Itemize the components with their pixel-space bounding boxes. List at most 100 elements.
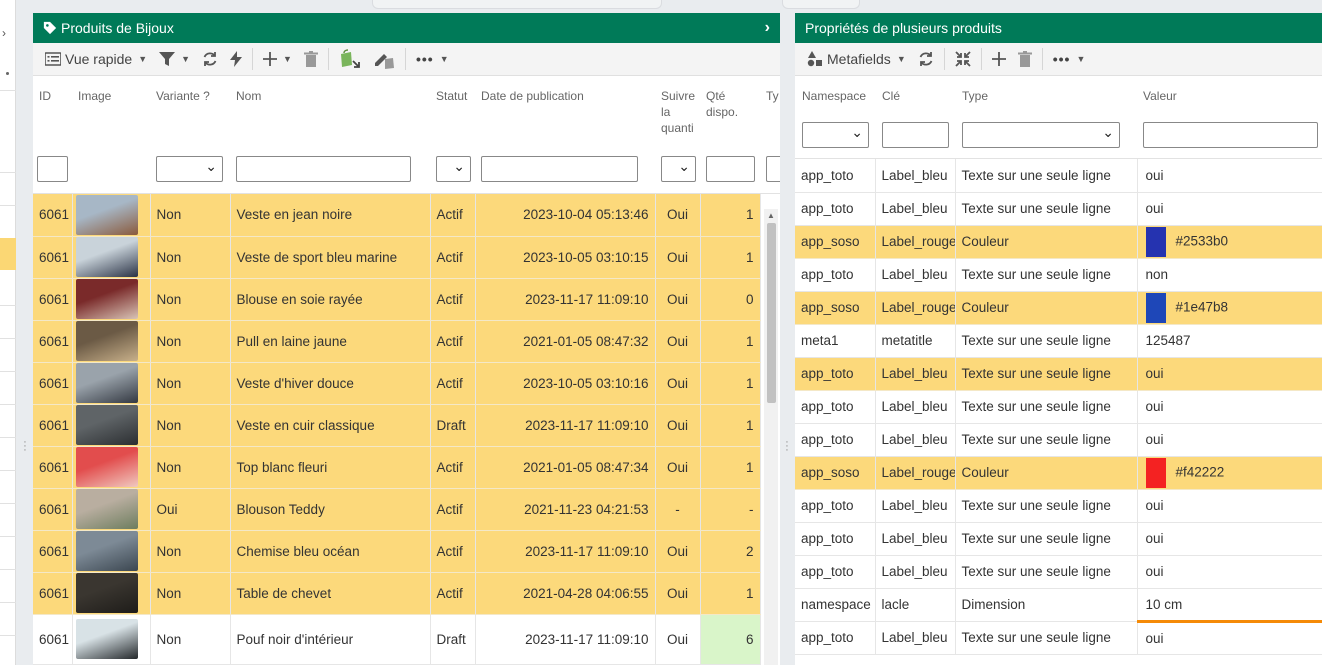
product-status-cell[interactable]: Draft xyxy=(430,404,476,447)
bolt-button[interactable] xyxy=(224,46,248,72)
metafield-namespace-cell[interactable]: app_toto xyxy=(795,489,876,523)
metafield-row[interactable]: app_toto Label_bleu Texte sur une seule li… xyxy=(795,258,1322,292)
product-id-cell[interactable]: 6061 xyxy=(33,530,73,573)
metafield-row[interactable]: app_soso Label_rouge Couleur #f42222 xyxy=(795,456,1322,490)
filter-variant[interactable] xyxy=(156,156,223,182)
product-date-cell[interactable]: 2023-10-04 05:13:46 xyxy=(475,194,656,237)
product-image-cell[interactable] xyxy=(72,404,151,447)
delete-button[interactable] xyxy=(298,46,324,72)
product-track-cell[interactable]: Oui xyxy=(655,278,701,321)
metafield-value-cell[interactable]: #1e47b8 xyxy=(1137,291,1322,325)
product-image-cell[interactable] xyxy=(72,236,151,279)
more-button[interactable]: ••• ▼ xyxy=(410,46,455,72)
product-track-cell[interactable]: Oui xyxy=(655,530,701,573)
metafield-value-cell[interactable]: oui xyxy=(1137,390,1322,424)
product-qty-cell[interactable]: 1 xyxy=(700,446,761,489)
metafield-row[interactable]: app_toto Label_bleu Texte sur une seule li… xyxy=(795,621,1322,655)
product-status-cell[interactable]: Actif xyxy=(430,488,476,531)
metafield-value-cell[interactable]: 125487 xyxy=(1137,324,1322,358)
product-row[interactable]: 6061 Non Veste en jean noire Actif 2023-10-0… xyxy=(33,194,761,237)
metafield-namespace-cell[interactable]: meta1 xyxy=(795,324,876,358)
metafield-value-cell[interactable]: non xyxy=(1137,258,1322,292)
metafield-key-cell[interactable]: Label_bleu xyxy=(875,423,956,457)
product-track-cell[interactable]: Oui xyxy=(655,362,701,405)
scroll-up-icon[interactable]: ▲ xyxy=(767,211,775,220)
metafield-namespace-cell[interactable]: app_toto xyxy=(795,390,876,424)
product-variant-cell[interactable]: Non xyxy=(150,446,231,489)
metafield-key-cell[interactable]: lacle xyxy=(875,588,956,622)
product-id-cell[interactable]: 6061 xyxy=(33,404,73,447)
product-name-cell[interactable]: Blouse en soie rayée xyxy=(230,278,431,321)
metafield-key-cell[interactable]: Label_bleu xyxy=(875,357,956,391)
metafield-type-cell[interactable]: Texte sur une seule ligne xyxy=(955,489,1138,523)
column-header-image[interactable]: Image xyxy=(78,88,111,104)
product-status-cell[interactable]: Actif xyxy=(430,194,476,237)
metafield-value-cell[interactable]: oui xyxy=(1137,621,1322,655)
metafield-namespace-cell[interactable]: app_toto xyxy=(795,555,876,589)
chevron-right-icon[interactable]: › xyxy=(2,26,6,40)
add-metafield-button[interactable] xyxy=(986,46,1012,72)
metafield-key-cell[interactable]: Label_bleu xyxy=(875,621,956,655)
filter-button[interactable]: ▼ xyxy=(153,46,196,72)
metafield-type-cell[interactable]: Couleur xyxy=(955,291,1138,325)
product-image-cell[interactable] xyxy=(72,530,151,573)
metafield-type-cell[interactable]: Texte sur une seule ligne xyxy=(955,192,1138,226)
metafield-value-cell[interactable]: #2533b0 xyxy=(1137,225,1322,259)
product-date-cell[interactable]: 2023-11-17 11:09:10 xyxy=(475,404,656,447)
metafield-key-cell[interactable]: Label_bleu xyxy=(875,489,956,523)
more-button[interactable]: ••• ▼ xyxy=(1047,46,1092,72)
filter-qty[interactable] xyxy=(706,156,755,182)
product-image-cell[interactable] xyxy=(72,362,151,405)
product-qty-cell[interactable]: 1 xyxy=(700,572,761,615)
product-name-cell[interactable]: Veste en cuir classique xyxy=(230,404,431,447)
metafield-value-cell[interactable]: oui xyxy=(1137,159,1322,193)
product-name-cell[interactable]: Table de chevet xyxy=(230,572,431,615)
product-id-cell[interactable]: 6061 xyxy=(33,236,73,279)
metafield-namespace-cell[interactable]: app_toto xyxy=(795,159,876,193)
column-header-type[interactable]: Ty xyxy=(766,88,779,104)
column-header-name[interactable]: Nom xyxy=(236,88,261,104)
product-date-cell[interactable]: 2023-10-05 03:10:15 xyxy=(475,236,656,279)
column-header-qty[interactable]: Qté dispo. xyxy=(706,88,744,120)
product-name-cell[interactable]: Pouf noir d'intérieur xyxy=(230,614,431,665)
product-id-cell[interactable]: 6061 xyxy=(33,278,73,321)
filter-key[interactable] xyxy=(882,122,949,148)
metafield-key-cell[interactable]: metatitle xyxy=(875,324,956,358)
product-variant-cell[interactable]: Non xyxy=(150,194,231,237)
product-qty-cell[interactable]: 2 xyxy=(700,530,761,573)
metafield-type-cell[interactable]: Texte sur une seule ligne xyxy=(955,621,1138,655)
metafields-button[interactable]: Metafields ▼ xyxy=(801,46,912,72)
product-status-cell[interactable]: Actif xyxy=(430,530,476,573)
chevron-right-icon[interactable]: › xyxy=(765,19,770,37)
metafield-type-cell[interactable]: Dimension xyxy=(955,588,1138,622)
collapse-button[interactable] xyxy=(949,46,977,72)
metafield-value-cell[interactable]: oui xyxy=(1137,357,1322,391)
product-name-cell[interactable]: Veste d'hiver douce xyxy=(230,362,431,405)
metafield-value-cell[interactable]: #f42222 xyxy=(1137,456,1322,490)
product-row[interactable]: 6061 Non Top blanc fleuri Actif 2021-01-05 0… xyxy=(33,446,761,489)
product-name-cell[interactable]: Top blanc fleuri xyxy=(230,446,431,489)
metafield-namespace-cell[interactable]: app_toto xyxy=(795,357,876,391)
product-track-cell[interactable]: Oui xyxy=(655,404,701,447)
column-header-value[interactable]: Valeur xyxy=(1143,88,1177,104)
metafield-namespace-cell[interactable]: app_toto xyxy=(795,423,876,457)
metafield-value-cell[interactable]: oui xyxy=(1137,489,1322,523)
edit-shopify-button[interactable] xyxy=(367,46,401,72)
product-id-cell[interactable]: 6061 xyxy=(33,320,73,363)
metafield-key-cell[interactable]: Label_rouge xyxy=(875,291,956,325)
quick-view-button[interactable]: Vue rapide ▼ xyxy=(39,46,153,72)
filter-id[interactable] xyxy=(37,156,68,182)
product-qty-cell[interactable]: 1 xyxy=(700,404,761,447)
splitter-handle[interactable]: · · · xyxy=(784,437,790,456)
product-date-cell[interactable]: 2021-11-23 04:21:53 xyxy=(475,488,656,531)
metafield-key-cell[interactable]: Label_rouge xyxy=(875,225,956,259)
metafield-key-cell[interactable]: Label_bleu xyxy=(875,258,956,292)
metafield-row[interactable]: app_toto Label_bleu Texte sur une seule li… xyxy=(795,489,1322,523)
column-header-status[interactable]: Statut xyxy=(436,88,467,104)
product-row[interactable]: 6061 Non Veste en cuir classique Draft 2023-… xyxy=(33,404,761,447)
product-image-cell[interactable] xyxy=(72,194,151,237)
product-row[interactable]: 6061 Non Table de chevet Actif 2021-04-28 04… xyxy=(33,572,761,615)
filter-publish-date[interactable] xyxy=(481,156,638,182)
metafield-row[interactable]: app_soso Label_rouge Couleur #2533b0 xyxy=(795,225,1322,259)
refresh-button[interactable] xyxy=(912,46,940,72)
